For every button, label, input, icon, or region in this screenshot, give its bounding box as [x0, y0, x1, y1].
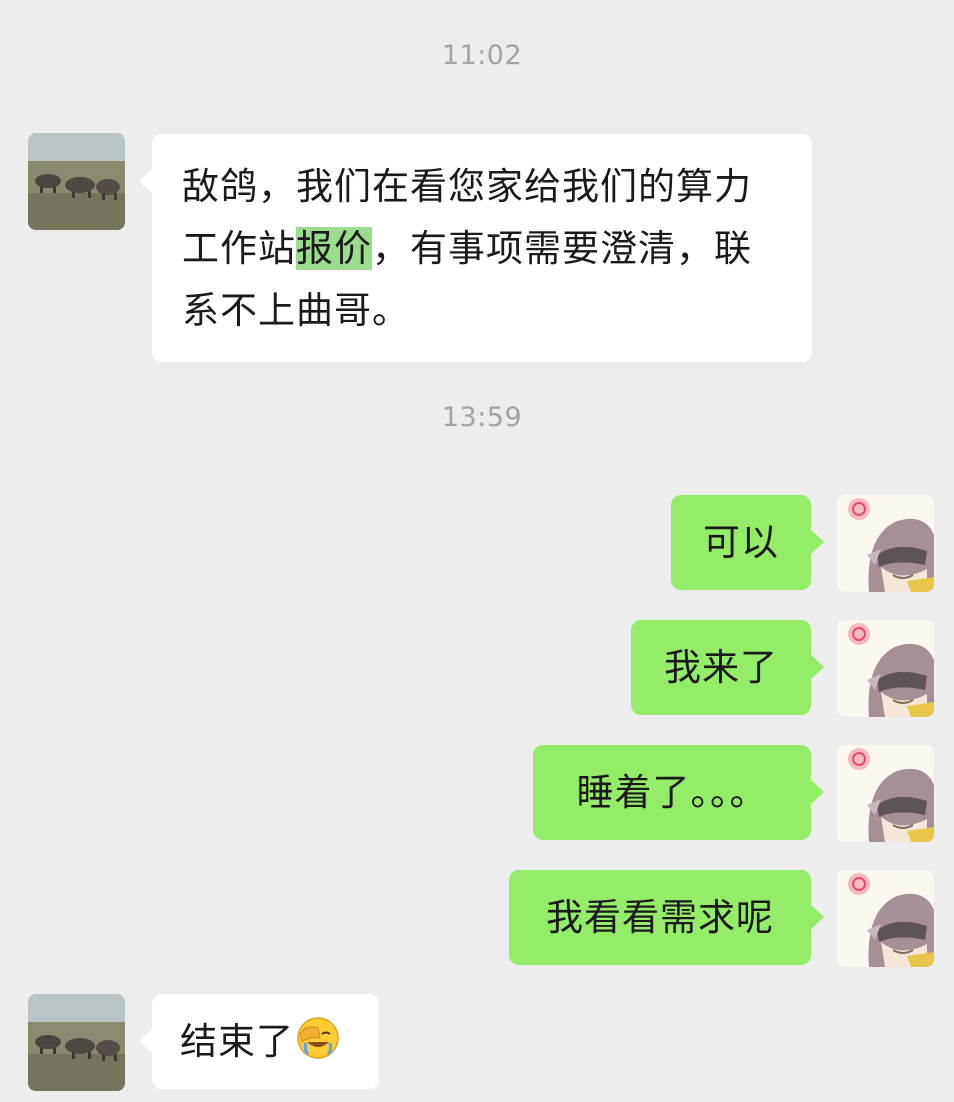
outgoing-message-bubble[interactable]: 睡着了。。。 [533, 745, 824, 840]
rhino-photo-icon [28, 133, 125, 230]
incoming-message-bubble[interactable]: 结束了 [139, 994, 379, 1089]
timestamp: 13:59 [441, 402, 523, 433]
timestamp: 11:02 [441, 40, 523, 71]
incoming-message-bubble[interactable]: 敌鸽，我们在看您家给我们的算力工作站报价，有事项需要澄清，联系不上曲哥。 [139, 134, 812, 362]
highlighted-text: 报价 [296, 227, 372, 270]
self-avatar[interactable] [837, 495, 934, 592]
rhino-photo-icon [28, 994, 125, 1091]
contact-avatar[interactable] [28, 994, 125, 1091]
self-avatar[interactable] [837, 870, 934, 967]
message-text: 睡着了。。。 [576, 771, 768, 814]
message-text: 结束了 [180, 1020, 294, 1063]
anime-girl-icon [837, 870, 934, 967]
outgoing-message-bubble[interactable]: 可以 [671, 495, 824, 590]
outgoing-message-bubble[interactable]: 我看看需求呢 [509, 870, 824, 965]
message-text: 我看看需求呢 [546, 896, 774, 939]
self-avatar[interactable] [837, 620, 934, 717]
self-avatar[interactable] [837, 745, 934, 842]
message-text: 我来了 [664, 646, 778, 689]
anime-girl-icon [837, 495, 934, 592]
facepalm-crying-emoji-icon [296, 1000, 340, 1095]
anime-girl-icon [837, 620, 934, 717]
message-text: 可以 [703, 521, 779, 564]
outgoing-message-bubble[interactable]: 我来了 [631, 620, 824, 715]
contact-avatar[interactable] [28, 133, 125, 230]
anime-girl-icon [837, 745, 934, 842]
